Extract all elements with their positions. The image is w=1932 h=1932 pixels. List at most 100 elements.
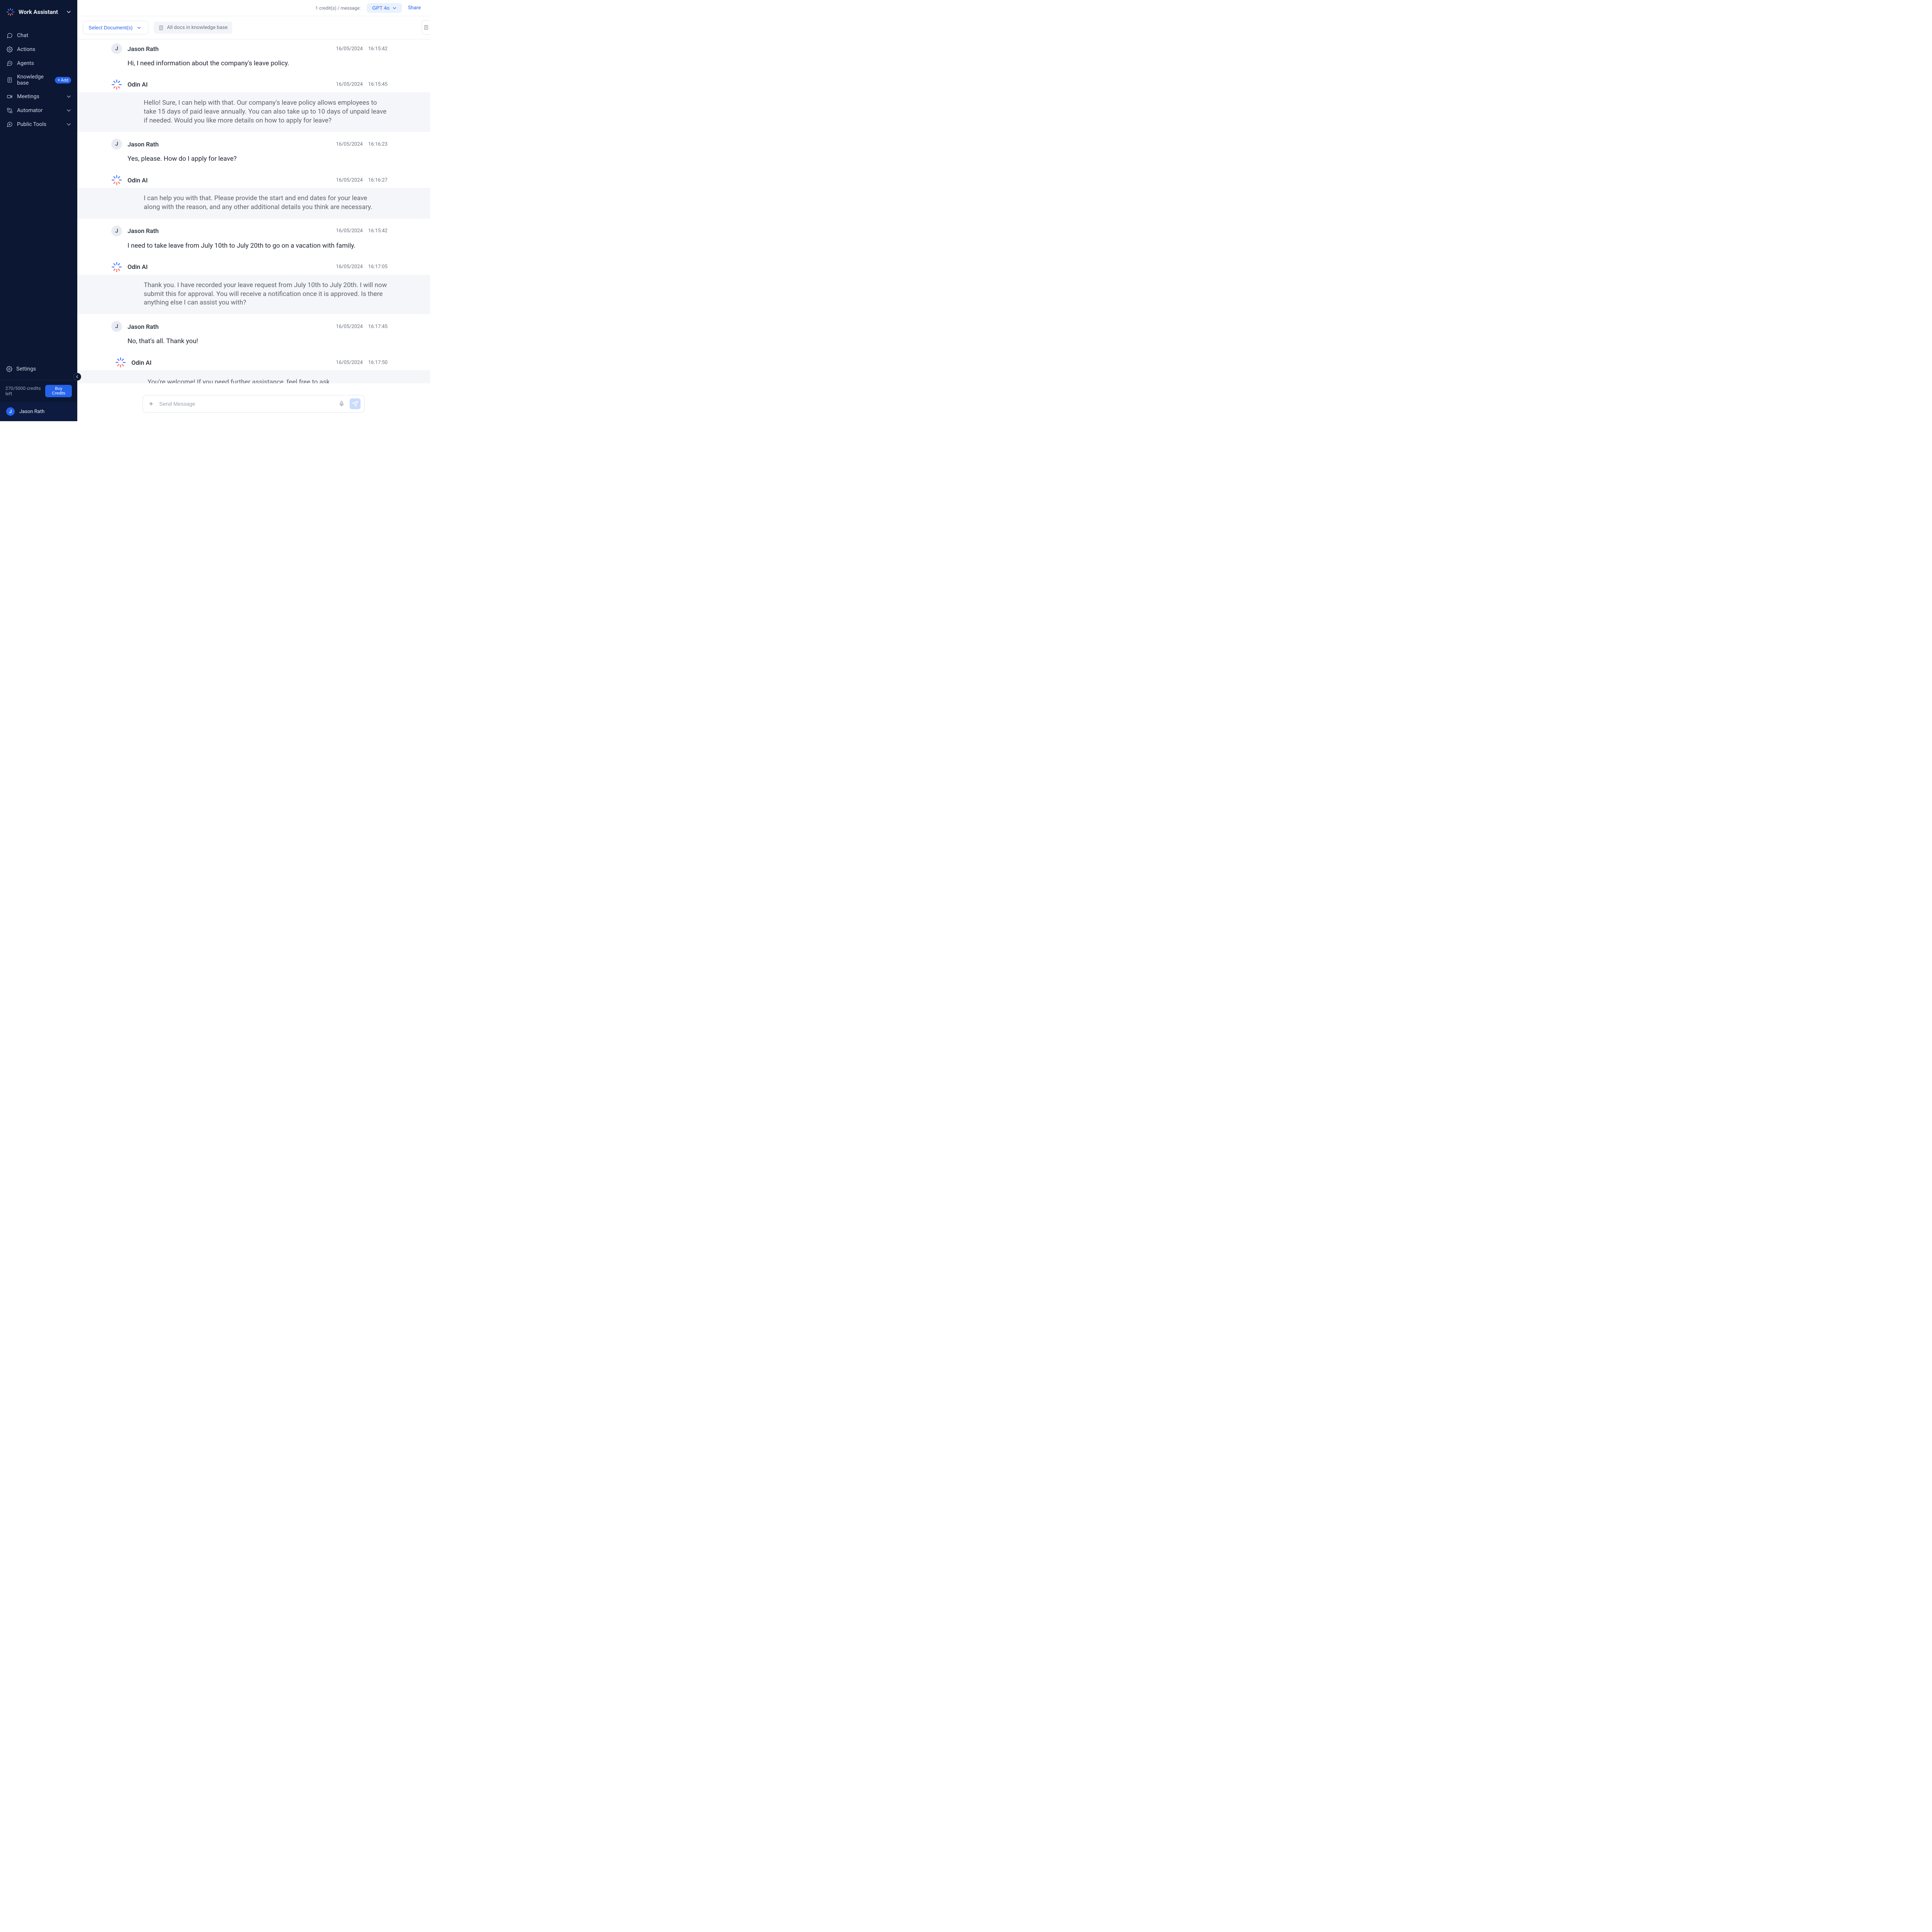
sidebar-footer: Settings 270/5000 credits left Buy Credi… [0,361,77,421]
document-icon [423,25,429,30]
message-author: Jason Rath [128,141,159,148]
message-text: I need to take leave from July 10th to J… [128,236,388,258]
ai-avatar-icon [115,357,126,368]
meetings-icon [6,93,13,100]
sidebar-item-automator[interactable]: Automator [0,104,77,117]
message-user: J Jason Rath 16/05/202416:15:42 Hi, I ne… [77,39,430,75]
sidebar-item-meetings[interactable]: Meetings [0,90,77,104]
message-text: No, that's all. Thank you! [128,332,388,353]
model-name: GPT 4o [372,5,389,11]
select-documents-label: Select Document(s) [88,25,133,31]
message-author: Jason Rath [128,45,159,53]
message-user: J Jason Rath 16/05/202416:17:45 No, that… [77,314,430,353]
document-icon [158,25,164,31]
sidebar-item-settings[interactable]: Settings [0,361,77,380]
sidebar-user[interactable]: J Jason Rath [0,402,77,421]
sidebar-item-public-tools[interactable]: Public Tools [0,117,77,131]
add-kb-button[interactable]: + Add [55,77,71,83]
message-timestamp: 16/05/202416:16:23 [336,141,388,147]
chevron-down-icon [66,94,71,99]
chevron-down-icon [393,6,396,10]
ai-avatar-icon [111,79,122,90]
settings-label: Settings [16,366,36,372]
buy-credits-button[interactable]: Buy Credits [45,385,72,397]
open-docs-panel-button[interactable] [422,20,430,35]
chevron-down-icon [66,10,71,14]
sidebar-item-agents[interactable]: Agents [0,56,77,70]
message-author: Odin AI [128,177,148,184]
sidebar: Work Assistant Chat Actions Agents [0,0,77,421]
message-timestamp: 16/05/202416:15:42 [336,46,388,52]
sidebar-item-label: Public Tools [17,121,46,128]
sidebar-item-knowledge-base[interactable]: Knowledge base + Add [0,70,77,90]
message-author: Odin AI [131,359,151,366]
message-ai: Odin AI 16/05/202416:16:27 I can help yo… [77,171,430,219]
sidebar-nav: Chat Actions Agents Knowledge base + Add [0,25,77,131]
docs-scope-label: All docs in knowledge base [167,25,228,31]
user-avatar: J [111,321,122,332]
message-text: Thank you. I have recorded your leave re… [144,281,388,308]
send-button[interactable] [350,398,361,409]
message-author: Jason Rath [128,323,159,330]
message-author: Odin AI [128,81,148,88]
collapse-sidebar-button[interactable] [73,373,81,381]
message-timestamp: 16/05/202416:17:45 [336,324,388,330]
sidebar-item-chat[interactable]: Chat [0,29,77,43]
topbar: 1 credit(s) / message: GPT 4o Share [77,0,430,16]
user-avatar: J [111,43,122,54]
gear-icon [6,366,12,372]
automator-icon [6,107,13,114]
credits-left-text: 270/5000 credits left [5,386,45,396]
workspace-switcher[interactable]: Work Assistant [0,0,77,25]
ai-avatar-icon [111,175,122,185]
actions-icon [6,46,13,53]
message-timestamp: 16/05/202416:17:50 [336,360,388,366]
composer [143,395,365,413]
message-author: Odin AI [128,263,148,270]
user-avatar: J [111,226,122,236]
select-documents-button[interactable]: Select Document(s) [83,21,148,34]
message-timestamp: 16/05/202416:15:42 [336,228,388,234]
message-ai: Odin AI 16/05/202416:15:45 Hello! Sure, … [77,75,430,132]
user-name: Jason Rath [19,409,44,415]
message-author: Jason Rath [128,227,159,235]
sidebar-item-label: Chat [17,32,28,39]
docbar: Select Document(s) All docs in knowledge… [77,16,430,39]
message-timestamp: 16/05/202416:17:05 [336,264,388,270]
message-input[interactable] [159,401,333,407]
model-selector[interactable]: GPT 4o [367,3,402,13]
docs-scope-pill[interactable]: All docs in knowledge base [154,22,232,34]
app-title: Work Assistant [19,9,58,15]
public-tools-icon [6,121,13,128]
composer-area [77,383,430,421]
chevron-down-icon [66,122,71,127]
message-timestamp: 16/05/202416:16:27 [336,177,388,183]
message-ai: Odin AI 16/05/202416:17:05 Thank you. I … [77,258,430,315]
mic-button[interactable] [337,400,346,408]
message-text: Yes, please. How do I apply for leave? [128,150,388,171]
main: 1 credit(s) / message: GPT 4o Share Sele… [77,0,430,421]
app-logo-icon [6,8,15,16]
sidebar-item-label: Agents [17,60,34,66]
sidebar-item-actions[interactable]: Actions [0,43,77,56]
chat-icon [6,32,13,39]
chevron-down-icon [137,26,141,30]
message-text: Hi, I need information about the company… [128,54,388,75]
credits-per-message: 1 credit(s) / message: [315,5,361,11]
knowledge-base-icon [6,77,13,83]
message-text: I can help you with that. Please provide… [144,194,383,212]
message-user: J Jason Rath 16/05/202416:16:23 Yes, ple… [77,132,430,171]
sidebar-item-label: Automator [17,107,43,114]
user-avatar: J [111,139,122,150]
message-text: Hello! Sure, I can help with that. Our c… [144,99,388,125]
sidebar-item-label: Actions [17,46,35,53]
sidebar-item-label: Knowledge base [17,74,51,86]
agents-icon [6,60,13,67]
attach-button[interactable] [147,400,155,408]
ai-avatar-icon [111,262,122,272]
chevron-down-icon [66,108,71,113]
message-user: J Jason Rath 16/05/202416:15:42 I need t… [77,219,430,258]
sidebar-item-label: Meetings [17,94,39,100]
add-kb-label: Add [61,78,68,83]
share-link[interactable]: Share [408,5,421,11]
